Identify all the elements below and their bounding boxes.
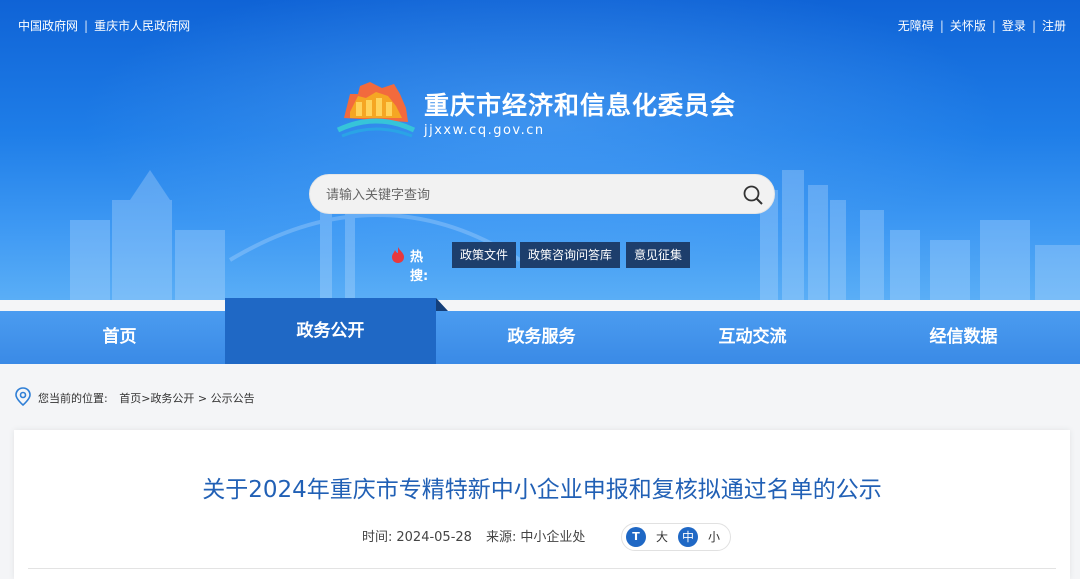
hot-tag-opinion[interactable]: 意见征集 bbox=[626, 242, 691, 268]
breadcrumb-notices[interactable]: 公示公告 bbox=[211, 392, 255, 405]
search-icon[interactable] bbox=[742, 184, 764, 206]
font-size-medium[interactable]: 中 bbox=[678, 527, 698, 547]
nav-home[interactable]: 首页 bbox=[14, 311, 225, 364]
flame-icon bbox=[392, 247, 404, 263]
breadcrumb-prefix: 您当前的位置: bbox=[38, 392, 108, 405]
link-elder-mode[interactable]: 关怀版 bbox=[950, 19, 986, 33]
nav-gov-affairs-open[interactable]: 政务公开 bbox=[225, 298, 448, 364]
link-accessibility[interactable]: 无障碍 bbox=[898, 19, 934, 33]
source-label: 来源: bbox=[485, 530, 517, 545]
nav-interaction[interactable]: 互动交流 bbox=[647, 311, 858, 364]
article-meta: 时间: 2024-05-28 来源: 中小企业处 bbox=[362, 526, 589, 550]
breadcrumb-separator: > bbox=[194, 392, 211, 405]
article-panel: 关于2024年重庆市专精特新中小企业申报和复核拟通过名单的公示 时间: 2024-… bbox=[14, 430, 1070, 579]
font-size-small[interactable]: 小 bbox=[704, 527, 724, 547]
link-login[interactable]: 登录 bbox=[1002, 19, 1026, 33]
font-size-control: T 大 中 小 bbox=[621, 523, 731, 551]
nav-data[interactable]: 经信数据 bbox=[858, 311, 1069, 364]
separator: | bbox=[991, 19, 996, 33]
publish-date: 2024-05-28 bbox=[396, 530, 472, 545]
site-logo-icon[interactable] bbox=[336, 78, 418, 140]
breadcrumb-gov-affairs[interactable]: 政务公开 bbox=[150, 392, 194, 405]
search-input[interactable] bbox=[324, 184, 728, 206]
site-domain: jjxxw.cq.gov.cn bbox=[424, 123, 545, 138]
link-register[interactable]: 注册 bbox=[1042, 19, 1066, 33]
separator: | bbox=[1031, 19, 1036, 33]
nav-gov-services[interactable]: 政务服务 bbox=[436, 311, 647, 364]
top-right-links: 无障碍 | 关怀版 | 登录 | 注册 bbox=[898, 17, 1066, 34]
divider bbox=[28, 568, 1056, 569]
separator: | bbox=[84, 19, 89, 33]
breadcrumb-home[interactable]: 首页 bbox=[119, 392, 141, 405]
hot-search-label: 热搜: bbox=[410, 250, 429, 284]
top-bar: 中国政府网 | 重庆市人民政府网 无障碍 | 关怀版 | 登录 | 注册 bbox=[0, 0, 1080, 50]
font-size-icon: T bbox=[626, 527, 646, 547]
hot-tag-policy-qa[interactable]: 政策咨询问答库 bbox=[520, 242, 621, 268]
hot-tag-policy-docs[interactable]: 政策文件 bbox=[452, 242, 517, 268]
top-left-links: 中国政府网 | 重庆市人民政府网 bbox=[18, 17, 190, 34]
link-chongqing-gov[interactable]: 重庆市人民政府网 bbox=[94, 19, 190, 33]
search-bar bbox=[309, 174, 775, 214]
article-source: 中小企业处 bbox=[520, 530, 586, 545]
city-skyline-graphic bbox=[70, 170, 1080, 300]
separator: | bbox=[939, 19, 944, 33]
font-size-large[interactable]: 大 bbox=[652, 527, 672, 547]
header-banner: 中国政府网 | 重庆市人民政府网 无障碍 | 关怀版 | 登录 | 注册 重庆市经济和信息化委员… bbox=[0, 0, 1080, 300]
main-nav: 首页 政务公开 政务服务 互动交流 经信数据 bbox=[0, 298, 1080, 364]
location-pin-icon bbox=[15, 387, 31, 407]
link-china-gov[interactable]: 中国政府网 bbox=[18, 19, 78, 33]
article-title: 关于2024年重庆市专精特新中小企业申报和复核拟通过名单的公示 bbox=[202, 477, 882, 503]
site-title: 重庆市经济和信息化委员会 bbox=[424, 91, 737, 120]
time-label: 时间: bbox=[362, 530, 393, 545]
breadcrumb-text: 您当前的位置: 首页>政务公开 > 公示公告 bbox=[38, 390, 255, 406]
